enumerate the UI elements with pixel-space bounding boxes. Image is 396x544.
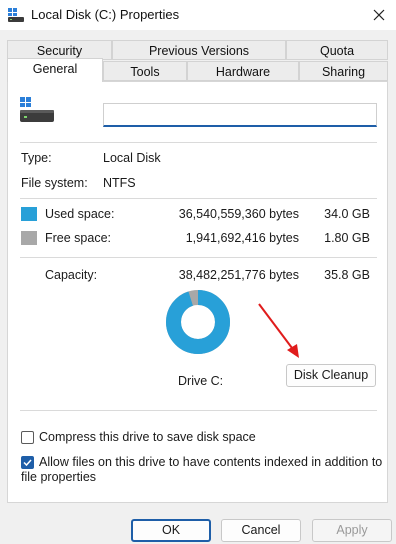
used-space-bytes: 36,540,559,360 bytes	[178, 207, 299, 221]
compress-checkbox[interactable]	[21, 431, 34, 444]
tab-hardware[interactable]: Hardware	[187, 61, 299, 81]
donut-used-arc	[166, 290, 230, 354]
free-space-label: Free space:	[45, 231, 112, 245]
used-space-label: Used space:	[45, 207, 115, 221]
capacity-bytes: 38,482,251,776 bytes	[178, 268, 299, 282]
ok-button[interactable]: OK	[131, 519, 211, 542]
file-system-value: NTFS	[103, 176, 136, 190]
tab-security[interactable]: Security	[7, 40, 112, 60]
disk-usage-donut	[166, 290, 230, 354]
checkmark-icon	[23, 459, 32, 467]
index-label-line1: Allow files on this drive to have conten…	[39, 455, 383, 469]
separator	[20, 142, 377, 143]
tab-previous-versions[interactable]: Previous Versions	[112, 40, 286, 60]
compress-label: Compress this drive to save disk space	[39, 430, 256, 444]
local-disk-icon	[20, 97, 54, 122]
disk-cleanup-button[interactable]: Disk Cleanup	[286, 364, 376, 387]
free-space-swatch	[21, 231, 37, 245]
close-button[interactable]	[362, 0, 396, 30]
drive-label: Drive C:	[178, 374, 224, 388]
drive-icon	[8, 8, 24, 22]
separator	[20, 198, 377, 199]
free-space-bytes: 1,941,692,416 bytes	[185, 231, 299, 245]
type-label: Type:	[21, 151, 52, 165]
apply-button[interactable]: Apply	[312, 519, 392, 542]
capacity-gb: 35.8 GB	[324, 268, 370, 282]
window-title: Local Disk (C:) Properties	[31, 7, 180, 22]
tab-tools[interactable]: Tools	[103, 61, 187, 81]
separator	[20, 257, 377, 258]
drive-name-input[interactable]	[103, 103, 377, 127]
capacity-label: Capacity:	[45, 268, 98, 282]
title-bar: Local Disk (C:) Properties	[0, 0, 396, 30]
close-icon	[373, 9, 385, 21]
separator	[20, 410, 377, 411]
cancel-button[interactable]: Cancel	[221, 519, 301, 542]
type-value: Local Disk	[103, 151, 161, 165]
index-label-line2: file properties	[21, 470, 97, 484]
used-space-swatch	[21, 207, 37, 221]
tab-general[interactable]: General	[7, 58, 103, 82]
free-space-gb: 1.80 GB	[324, 231, 370, 245]
index-checkbox[interactable]	[21, 456, 34, 469]
tab-sharing[interactable]: Sharing	[299, 61, 388, 81]
tab-quota[interactable]: Quota	[286, 40, 388, 60]
annotation-arrow	[258, 303, 299, 358]
used-space-gb: 34.0 GB	[324, 207, 370, 221]
file-system-label: File system:	[21, 176, 88, 190]
